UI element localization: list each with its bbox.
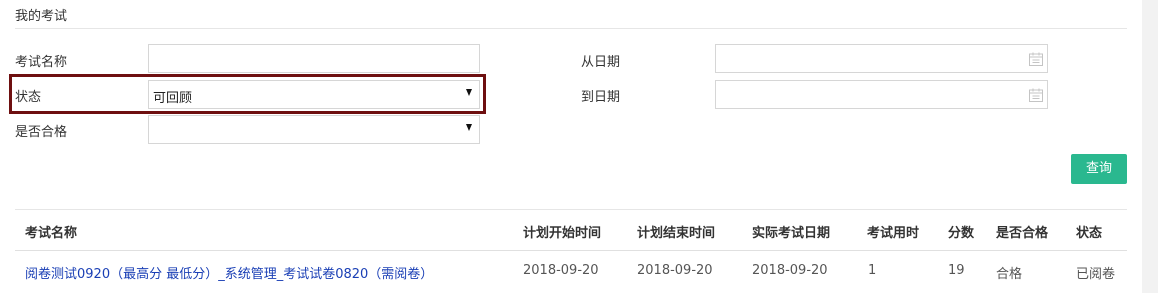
header-exam-name: 考试名称	[25, 226, 78, 241]
header-score: 分数	[948, 226, 975, 241]
caret-down-icon	[466, 89, 472, 96]
header-plan-end: 计划结束时间	[637, 226, 716, 241]
query-button[interactable]: 查询	[1071, 154, 1127, 184]
to-date-input[interactable]	[715, 80, 1048, 109]
status-select-value: 可回顾	[153, 91, 193, 106]
cell-score: 19	[948, 263, 965, 278]
my-exams-page: 我的考试 考试名称 状态 可回顾 是否合格 从日期 到日期 查询 考试名称 计划…	[0, 0, 1142, 293]
cell-duration: 1	[868, 263, 877, 278]
header-plan-start: 计划开始时间	[523, 226, 602, 241]
calendar-icon[interactable]	[1028, 51, 1044, 67]
table-header-divider	[15, 250, 1127, 251]
header-duration: 考试用时	[867, 226, 920, 241]
passed-select[interactable]	[148, 115, 480, 144]
exam-name-link[interactable]: 阅卷测试0920（最高分 最低分）_系统管理_考试试卷0820（需阅卷）	[25, 263, 433, 282]
status-label: 状态	[15, 90, 42, 105]
status-select[interactable]: 可回顾	[148, 80, 480, 109]
title-divider	[15, 28, 1127, 29]
header-status: 状态	[1076, 226, 1103, 241]
vertical-scrollbar[interactable]	[1142, 0, 1158, 293]
header-actual-date: 实际考试日期	[752, 226, 831, 241]
section-title: 我的考试	[15, 9, 68, 24]
exam-name-label: 考试名称	[15, 55, 68, 70]
caret-down-icon	[466, 124, 472, 131]
exam-name-input[interactable]	[148, 44, 480, 73]
to-date-label: 到日期	[581, 90, 621, 105]
from-date-input[interactable]	[715, 44, 1048, 73]
cell-plan-end: 2018-09-20	[637, 263, 713, 278]
cell-actual-date: 2018-09-20	[752, 263, 828, 278]
passed-label: 是否合格	[15, 125, 68, 140]
cell-plan-start: 2018-09-20	[523, 263, 599, 278]
table-top-divider	[15, 209, 1127, 210]
from-date-label: 从日期	[581, 55, 621, 70]
calendar-icon[interactable]	[1028, 87, 1044, 103]
cell-passed: 合格	[996, 267, 1023, 282]
header-passed: 是否合格	[996, 226, 1049, 241]
cell-status: 已阅卷	[1076, 267, 1116, 282]
